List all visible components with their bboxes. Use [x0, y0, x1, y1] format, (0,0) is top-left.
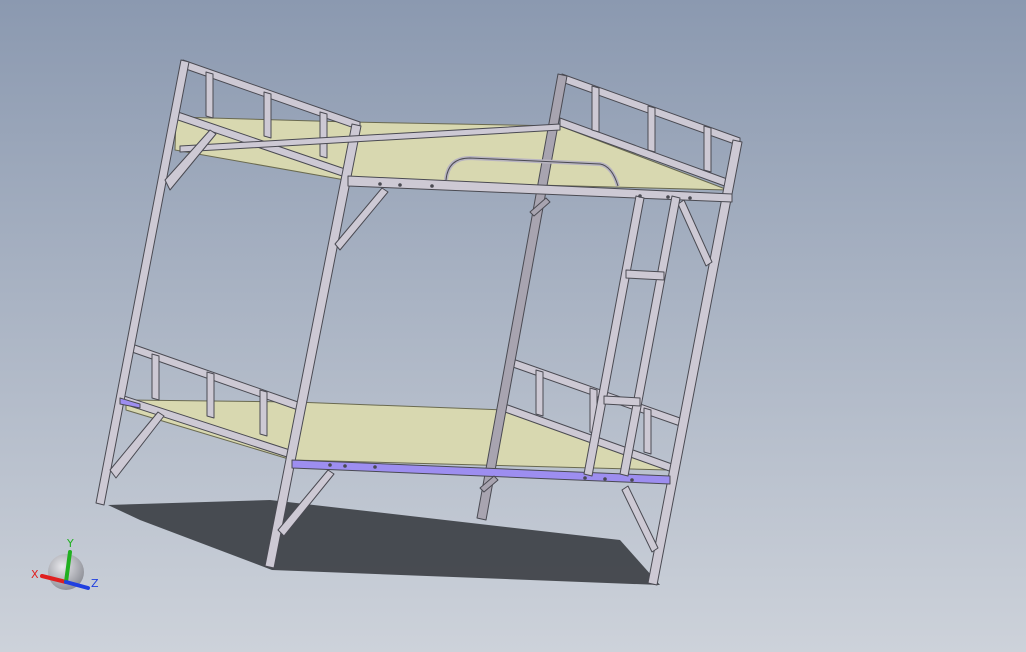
model-view[interactable]: X Y Z — [0, 0, 1026, 652]
triad-x-label: X — [31, 568, 39, 581]
cad-viewport[interactable]: X Y Z — [0, 0, 1026, 652]
triad-z-label: Z — [91, 577, 99, 590]
triad-y-label: Y — [66, 537, 74, 550]
